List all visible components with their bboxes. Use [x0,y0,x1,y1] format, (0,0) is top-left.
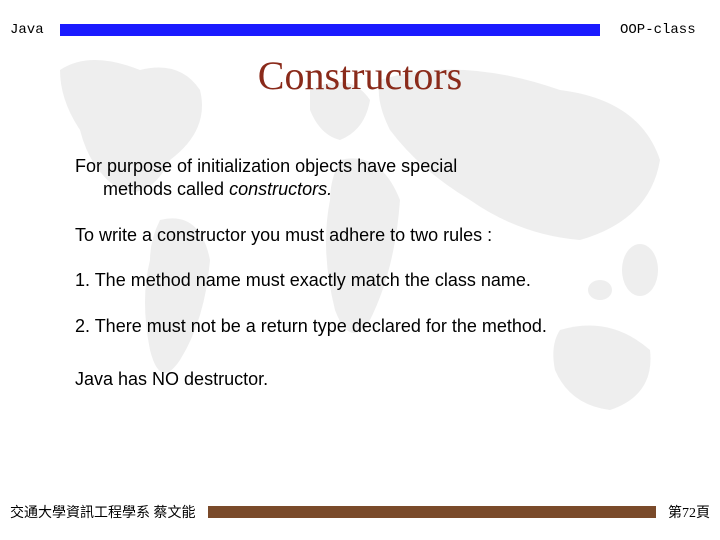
intro-paragraph: For purpose of initialization objects ha… [75,155,660,202]
intro-line2a: methods called [103,179,229,199]
header-bar [60,24,600,36]
rule-2-text: 2. There must not be a return type decla… [75,315,660,338]
footer-bar [208,506,657,518]
intro-emphasis: constructors. [229,179,332,199]
rule-1-text: 1. The method name must exactly match th… [75,269,660,292]
header-right-label: OOP-class [620,22,710,38]
closing-line: Java has NO destructor. [75,368,660,391]
lead-sentence: To write a constructor you must adhere t… [75,224,660,247]
slide-footer: 交通大學資訊工程學系 蔡文能 第72頁 [0,502,720,522]
rule-1: 1. The method name must exactly match th… [75,269,660,292]
slide-title: Constructors [0,52,720,99]
footer-page-number: 第72頁 [668,502,710,522]
header-left-label: Java [10,22,60,38]
intro-line1: For purpose of initialization objects ha… [75,156,457,176]
slide-body: For purpose of initialization objects ha… [75,155,660,413]
slide-header: Java OOP-class [0,22,720,38]
footer-author: 交通大學資訊工程學系 蔡文能 [10,502,196,522]
rule-2: 2. There must not be a return type decla… [75,315,660,338]
